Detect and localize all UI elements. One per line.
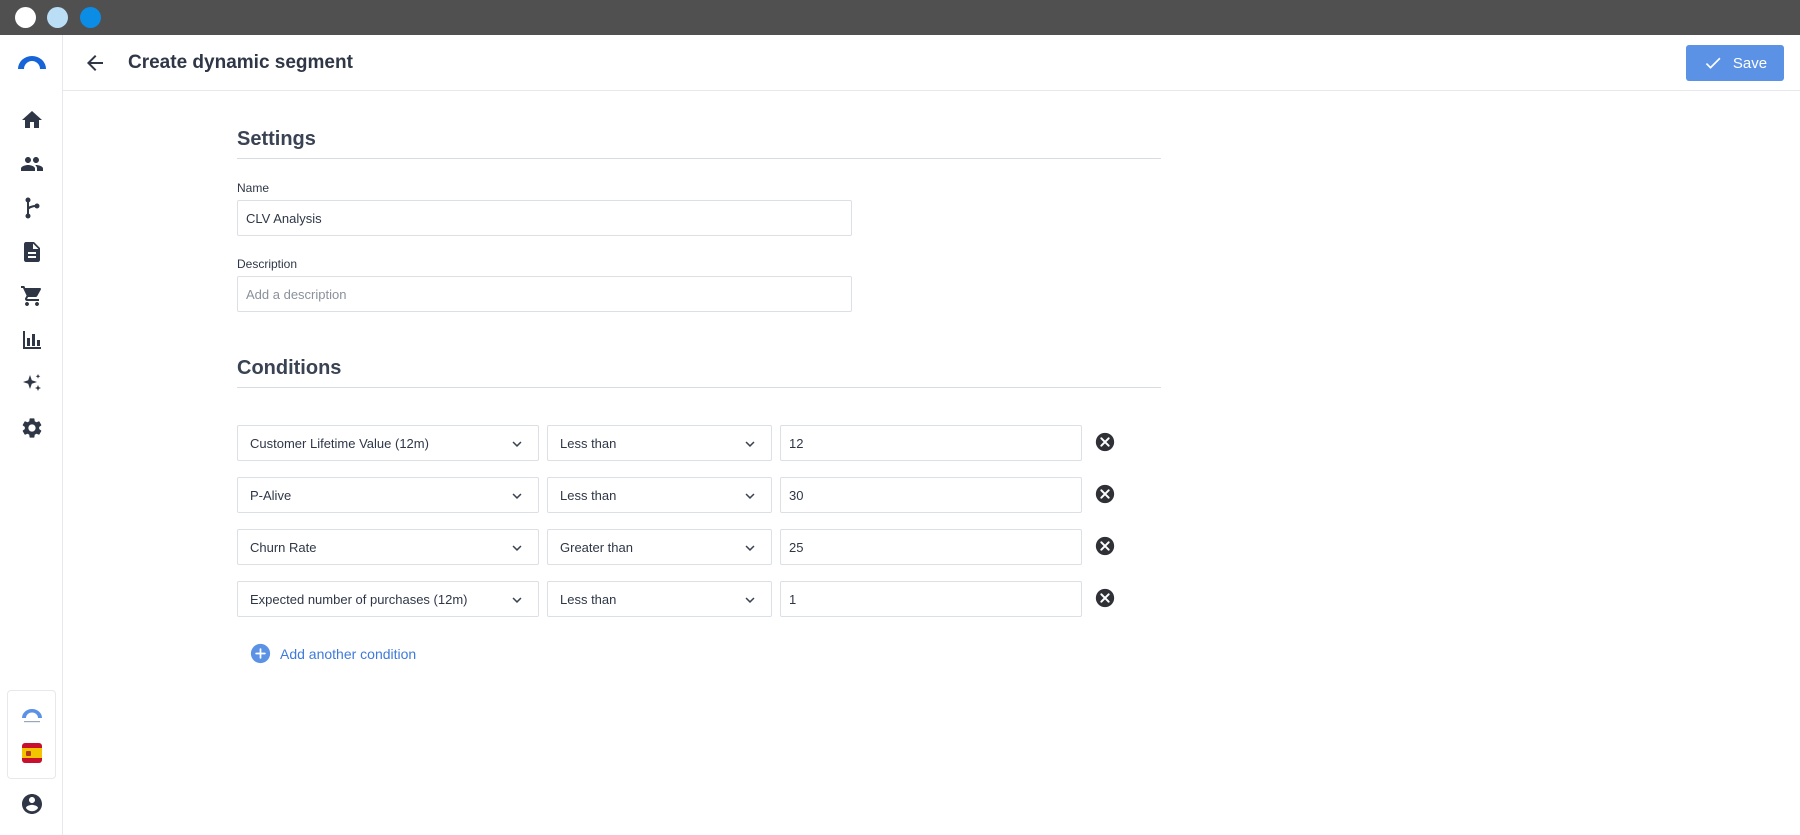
spanish-flag-icon[interactable] [22,743,42,763]
chevron-down-icon [508,539,526,557]
chevron-down-icon [508,435,526,453]
conditions-divider [237,387,1161,388]
check-icon [1705,57,1721,69]
attribute-select-value: Churn Rate [250,539,317,555]
attribute-select[interactable]: P-Alive [237,477,539,513]
condition-value-input[interactable] [780,425,1082,461]
add-condition-button[interactable]: Add another condition [250,643,416,664]
condition-row: P-Alive Less than [237,477,1117,513]
attribute-select[interactable]: Customer Lifetime Value (12m) [237,425,539,461]
condition-row: Customer Lifetime Value (12m) Less than [237,425,1117,461]
attribute-select[interactable]: Churn Rate [237,529,539,565]
operator-select-value: Less than [560,487,617,503]
condition-value-input[interactable] [780,477,1082,513]
settings-heading: Settings [237,128,316,150]
chevron-down-icon [508,487,526,505]
account-circle-icon[interactable] [20,792,44,816]
page-title: Create dynamic segment [128,52,353,73]
back-arrow-icon[interactable] [83,51,107,75]
operator-select-value: Greater than [560,539,633,555]
remove-condition-icon[interactable] [1094,587,1116,609]
condition-value-input[interactable] [780,581,1082,617]
description-input[interactable] [237,276,852,312]
operator-select[interactable]: Less than [547,581,772,617]
workspace-logo-icon[interactable] [21,707,43,725]
operator-select[interactable]: Less than [547,477,772,513]
operator-select[interactable]: Greater than [547,529,772,565]
people-icon[interactable] [20,152,44,176]
save-button[interactable]: Save [1686,45,1784,81]
chevron-down-icon [741,539,759,557]
condition-row: Expected number of purchases (12m) Less … [237,581,1117,617]
chevron-down-icon [741,435,759,453]
sidebar [0,35,63,835]
attribute-select-value: Expected number of purchases (12m) [250,591,468,607]
save-button-label: Save [1732,54,1768,72]
attribute-select[interactable]: Expected number of purchases (12m) [237,581,539,617]
remove-condition-icon[interactable] [1094,431,1116,453]
description-label: Description [237,257,298,271]
chevron-down-icon [741,591,759,609]
attribute-select-value: P-Alive [250,487,292,503]
operator-select-value: Less than [560,435,617,451]
add-condition-label: Add another condition [280,645,417,662]
page-header: Create dynamic segment Save [63,35,1800,91]
window-close-dot[interactable] [15,7,36,28]
sparkles-icon[interactable] [20,372,44,396]
gear-icon[interactable] [20,416,44,440]
flow-branch-icon[interactable] [20,196,44,220]
add-circle-icon [250,643,271,664]
app-logo-icon[interactable] [17,54,47,70]
window-titlebar [0,0,1800,35]
name-label: Name [237,181,270,195]
condition-row: Churn Rate Greater than [237,529,1117,565]
chevron-down-icon [741,487,759,505]
workspace-switcher [7,690,56,779]
chevron-down-icon [508,591,526,609]
attribute-select-value: Customer Lifetime Value (12m) [250,435,429,451]
operator-select-value: Less than [560,591,617,607]
window-minimize-dot[interactable] [47,7,68,28]
window-maximize-dot[interactable] [80,7,101,28]
cart-icon[interactable] [20,284,44,308]
bar-chart-icon[interactable] [20,328,44,352]
remove-condition-icon[interactable] [1094,535,1116,557]
conditions-heading: Conditions [237,357,342,379]
home-icon[interactable] [20,108,44,132]
operator-select[interactable]: Less than [547,425,772,461]
name-input[interactable] [237,200,852,236]
settings-divider [237,158,1161,159]
document-icon[interactable] [20,240,44,264]
condition-value-input[interactable] [780,529,1082,565]
remove-condition-icon[interactable] [1094,483,1116,505]
